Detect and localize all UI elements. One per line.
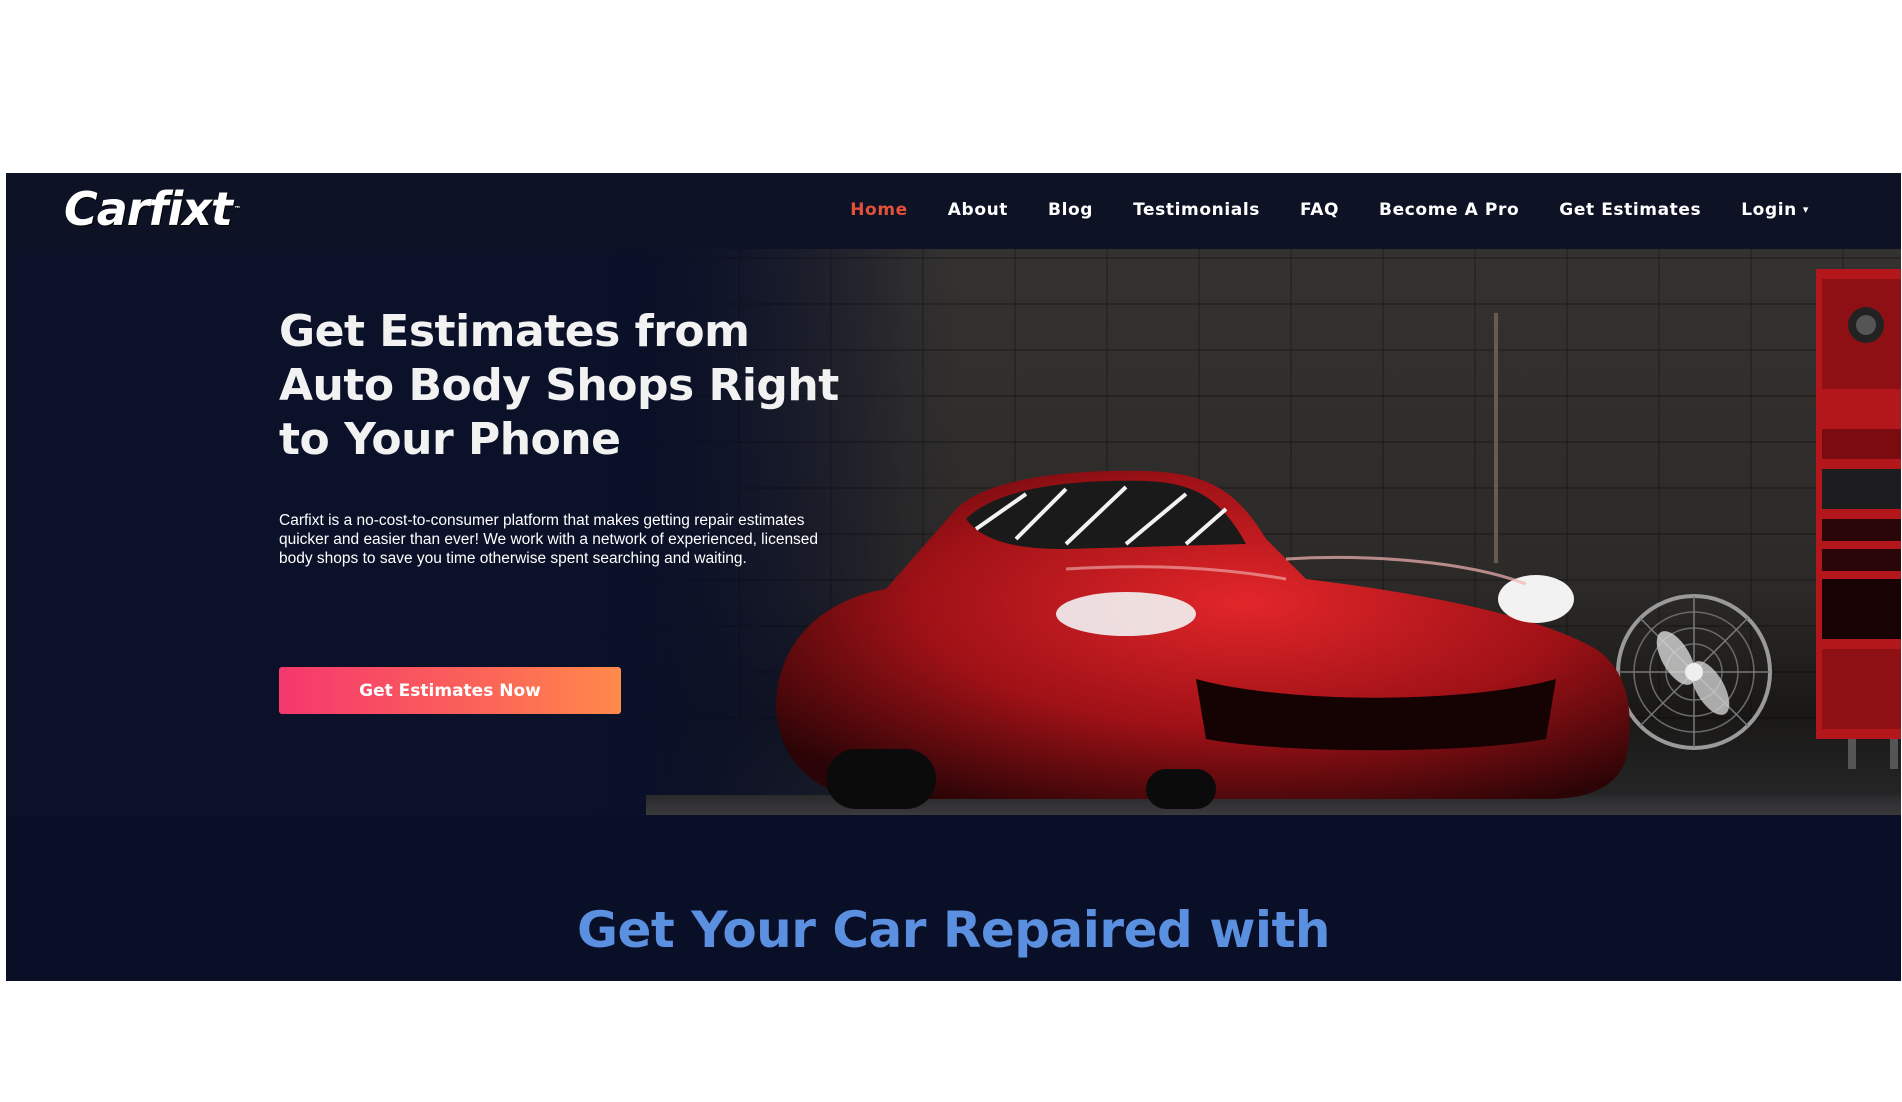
caret-down-icon: ▾ [1802,203,1809,216]
logo-text: Carfixt [64,182,233,236]
nav-home[interactable]: Home [850,197,908,223]
section-title: Get Your Car Repaired with [576,901,1331,959]
get-estimates-now-button[interactable]: Get Estimates Now [279,667,621,714]
hero-title: Get Estimates from Auto Body Shops Right… [279,305,839,467]
hero-description: Carfixt is a no-cost-to-consumer platfor… [279,512,819,567]
nav-get-estimates[interactable]: Get Estimates [1559,197,1701,223]
main-nav: Home About Blog Testimonials FAQ Become … [810,197,1809,223]
nav-become-a-pro[interactable]: Become A Pro [1379,197,1519,223]
nav-login[interactable]: Login ▾ [1741,197,1809,223]
red-sports-car-image [776,470,1630,809]
nav-testimonials[interactable]: Testimonials [1133,197,1260,223]
carfixt-logo[interactable]: Carfixt ™ [64,181,241,237]
tool-cabinet-image [1816,269,1901,769]
hero-section: Get Estimates from Auto Body Shops Right… [6,249,1901,815]
hero-title-line-3: to Your Phone [279,414,621,465]
nav-blog[interactable]: Blog [1048,197,1093,223]
hero-title-line-2: Auto Body Shops Right [279,360,839,411]
navbar: Carfixt ™ Home About Blog Testimonials FA… [6,173,1901,249]
nav-about[interactable]: About [948,197,1008,223]
trademark: ™ [233,205,241,213]
hero-title-line-1: Get Estimates from [279,306,750,357]
login-label: Login [1741,200,1797,220]
nav-faq[interactable]: FAQ [1300,197,1339,223]
site-viewport: Carfixt ™ Home About Blog Testimonials FA… [6,173,1901,981]
